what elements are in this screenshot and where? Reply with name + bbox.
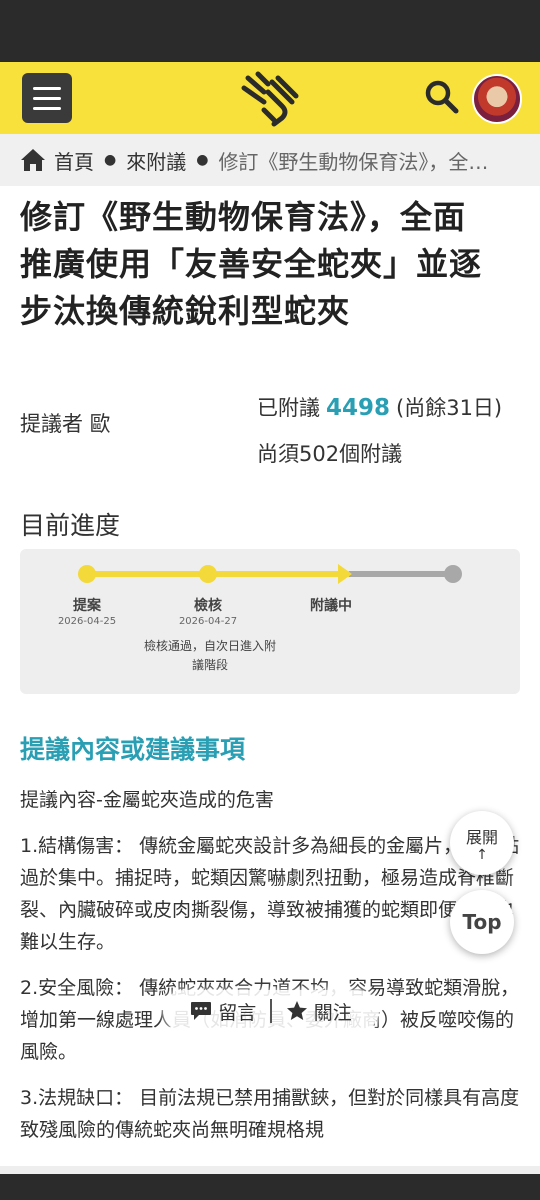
breadcrumb-current: 修訂《野生動物保育法》，全… (218, 149, 489, 174)
arrow-up-icon: ↑ (476, 847, 488, 863)
progress-title: 目前進度 (20, 511, 121, 540)
section-heading: 提議內容或建議事項 (20, 735, 246, 764)
step-dot-review (199, 565, 217, 583)
status-bar (0, 0, 540, 62)
step-date-review: 2026-04-27 (178, 616, 238, 627)
scroll-top-button[interactable]: Top (450, 890, 514, 954)
expand-button[interactable]: 展開 ↑ (450, 811, 514, 875)
search-icon[interactable] (424, 79, 460, 115)
signatures-needed: 尚須502個附議 (257, 442, 403, 466)
progress-track-remaining (349, 571, 453, 577)
step-date-proposal: 2026-04-25 (57, 616, 117, 627)
progress-track-completed (87, 571, 349, 577)
progress-arrow-icon (338, 564, 352, 584)
step-dot-proposal (78, 565, 96, 583)
breadcrumb-separator: ● (196, 152, 209, 168)
breadcrumb: 首頁 ● 來附議 ● 修訂《野生動物保育法》，全… (0, 134, 540, 186)
star-icon (286, 1001, 307, 1020)
step-label-signing: 附議中 (310, 598, 352, 614)
action-divider (270, 999, 272, 1023)
hamburger-menu-button[interactable] (22, 73, 72, 123)
top-label: Top (462, 910, 502, 934)
progress-tracker: 提案 2026-04-25 檢核 2026-04-27 附議中 檢核通過，自次日… (20, 549, 520, 694)
hands-logo-icon[interactable] (238, 70, 302, 128)
signature-count-line: 已附議 4498 (尚餘31日) (257, 392, 502, 422)
follow-button[interactable]: 關注 (286, 998, 352, 1025)
proposal-content: 提議內容-金屬蛇夾造成的危害 1.結構傷害： 傳統金屬蛇夾設計多為細長的金屬片，… (20, 784, 520, 1160)
comment-icon (191, 1002, 212, 1020)
content-paragraph: 1.結構傷害： 傳統金屬蛇夾設計多為細長的金屬片，受力點過於集中。捕捉時，蛇類因… (20, 835, 520, 953)
content-paragraph: 3.法規缺口： 目前法規已禁用捕獸鋏，但對於同樣具有高度致殘風險的傳統蛇夾尚無明… (20, 1087, 520, 1141)
proposer-text: 提議者 歐 (20, 412, 111, 436)
breadcrumb-section[interactable]: 來附議 (126, 146, 186, 175)
follow-label: 關注 (313, 1001, 352, 1024)
signed-prefix: 已附議 (257, 396, 320, 420)
menu-line (33, 106, 61, 110)
signature-count: 4498 (326, 395, 391, 421)
step-label-proposal: 提案 (73, 598, 101, 614)
home-icon[interactable] (20, 148, 46, 172)
user-avatar[interactable] (472, 74, 522, 124)
breadcrumb-separator: ● (104, 152, 117, 168)
breadcrumb-home[interactable]: 首頁 (54, 146, 94, 175)
menu-line (33, 96, 61, 100)
step-dot-end (444, 565, 462, 583)
days-remaining: (尚餘31日) (396, 396, 503, 420)
comment-button[interactable]: 留言 (190, 998, 256, 1025)
top-header (0, 62, 540, 134)
bottom-navigation-bar (0, 1160, 540, 1200)
menu-line (33, 86, 61, 90)
step-label-review: 檢核 (194, 598, 222, 614)
comment-label: 留言 (218, 1001, 257, 1024)
page-title: 修訂《野生動物保育法》，全面推廣使用「友善安全蛇夾」並逐步汰換傳統銳利型蛇夾 (20, 198, 483, 330)
action-bar: 留言 關注 (163, 990, 379, 1032)
content-paragraph: 提議內容-金屬蛇夾造成的危害 (20, 789, 274, 811)
expand-label: 展開 (465, 828, 498, 847)
step-note-review: 檢核通過，自次日進入附議階段 (143, 639, 276, 672)
